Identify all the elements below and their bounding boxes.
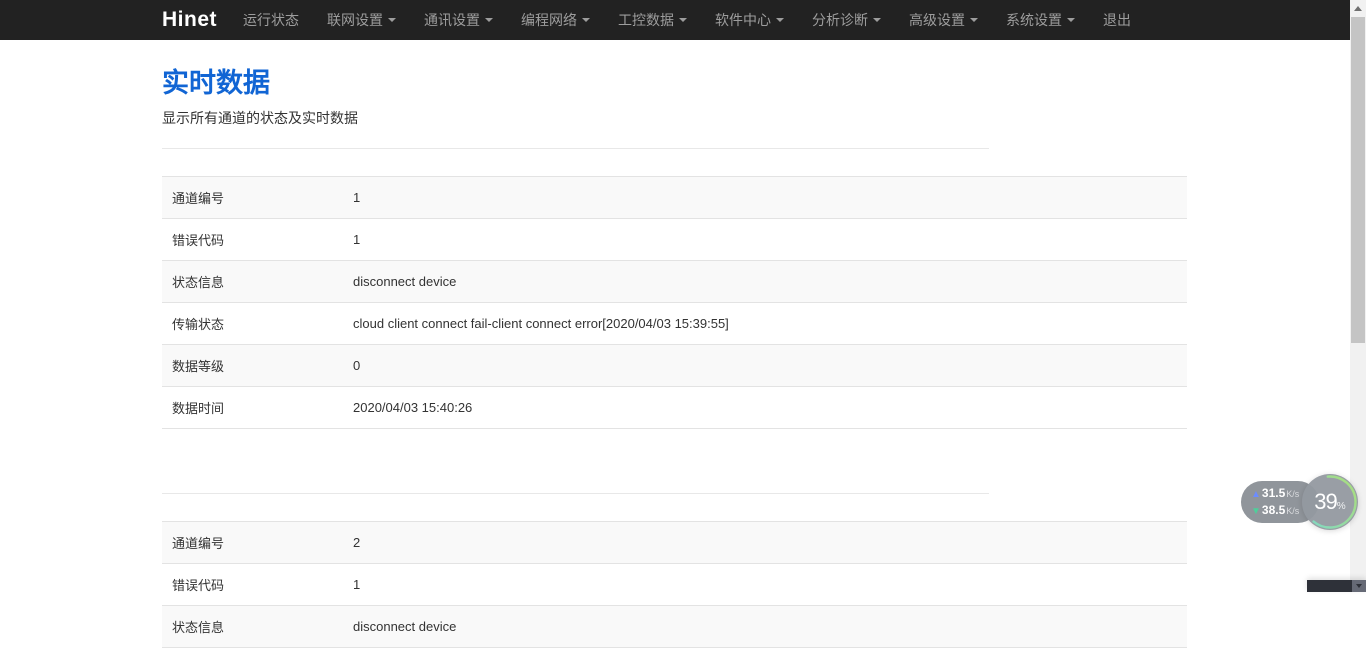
header-divider <box>162 148 989 149</box>
channel-2-table: 通道编号 2 错误代码 1 状态信息 disconnect device <box>162 521 1187 648</box>
nav-item-logout[interactable]: 退出 <box>1089 0 1145 40</box>
nav-item-running-status[interactable]: 运行状态 <box>229 0 313 40</box>
bottom-popup-sliver[interactable] <box>1307 580 1366 592</box>
section-divider <box>162 493 989 494</box>
row-label: 传输状态 <box>162 303 343 344</box>
channel-1-table: 通道编号 1 错误代码 1 状态信息 disconnect device 传输状… <box>162 176 1187 429</box>
download-arrow-icon: ▼ <box>1251 504 1261 519</box>
page-subtitle: 显示所有通道的状态及实时数据 <box>162 108 1187 128</box>
row-label: 错误代码 <box>162 219 343 260</box>
row-value: disconnect device <box>343 608 466 645</box>
main-content: 实时数据 显示所有通道的状态及实时数据 通道编号 1 错误代码 1 状态信息 d… <box>162 40 1187 648</box>
table-row: 状态信息 disconnect device <box>162 261 1187 303</box>
row-label: 通道编号 <box>162 522 343 563</box>
upload-arrow-icon: ▲ <box>1251 487 1261 502</box>
caret-down-icon <box>1067 18 1075 22</box>
row-value: 0 <box>343 347 370 384</box>
upload-speed-value: 31.5 <box>1262 486 1285 501</box>
scrollbar-thumb[interactable] <box>1351 17 1365 343</box>
caret-down-icon <box>582 18 590 22</box>
page-title: 实时数据 <box>162 61 1187 100</box>
table-row: 通道编号 1 <box>162 177 1187 219</box>
nav-menu: 运行状态 联网设置 通讯设置 编程网络 工控数据 软件中心 分析诊断 高级设置 … <box>229 0 1145 40</box>
row-value: 1 <box>343 179 370 216</box>
row-label: 错误代码 <box>162 564 343 605</box>
triangle-up-icon <box>1354 6 1362 11</box>
row-value: 2020/04/03 15:40:26 <box>343 389 482 426</box>
progress-circle-button[interactable]: 39 % <box>1302 474 1358 530</box>
nav-item-advanced-settings[interactable]: 高级设置 <box>895 0 992 40</box>
row-value: 1 <box>343 566 370 603</box>
row-label: 状态信息 <box>162 606 343 647</box>
table-row: 数据等级 0 <box>162 345 1187 387</box>
table-row: 状态信息 disconnect device <box>162 606 1187 648</box>
row-label: 通道编号 <box>162 177 343 218</box>
row-label: 状态信息 <box>162 261 343 302</box>
brand-logo[interactable]: Hinet <box>162 8 217 32</box>
caret-down-icon <box>679 18 687 22</box>
top-navbar: Hinet 运行状态 联网设置 通讯设置 编程网络 工控数据 软件中心 分析诊断… <box>0 0 1350 40</box>
row-value: cloud client connect fail-client connect… <box>343 305 739 342</box>
table-row: 错误代码 1 <box>162 219 1187 261</box>
nav-item-network-settings[interactable]: 联网设置 <box>313 0 410 40</box>
row-value: 1 <box>343 221 370 258</box>
row-value: 2 <box>343 524 370 561</box>
row-value: disconnect device <box>343 263 466 300</box>
chevron-down-icon <box>1356 584 1362 588</box>
row-label: 数据等级 <box>162 345 343 386</box>
caret-down-icon <box>388 18 396 22</box>
table-row: 数据时间 2020/04/03 15:40:26 <box>162 387 1187 429</box>
table-row: 错误代码 1 <box>162 564 1187 606</box>
download-speed-value: 38.5 <box>1262 503 1285 518</box>
upload-speed-unit: K/s <box>1286 487 1299 502</box>
caret-down-icon <box>970 18 978 22</box>
nav-item-programming-network[interactable]: 编程网络 <box>507 0 604 40</box>
caret-down-icon <box>776 18 784 22</box>
scrollbar-up-button[interactable] <box>1350 0 1366 17</box>
caret-down-icon <box>485 18 493 22</box>
progress-ring-icon <box>1302 474 1358 530</box>
popup-collapse-button[interactable] <box>1352 580 1366 592</box>
nav-item-software-center[interactable]: 软件中心 <box>701 0 798 40</box>
nav-item-comm-settings[interactable]: 通讯设置 <box>410 0 507 40</box>
table-row: 传输状态 cloud client connect fail-client co… <box>162 303 1187 345</box>
caret-down-icon <box>873 18 881 22</box>
nav-item-system-settings[interactable]: 系统设置 <box>992 0 1089 40</box>
nav-item-industrial-data[interactable]: 工控数据 <box>604 0 701 40</box>
download-speed-unit: K/s <box>1286 504 1299 519</box>
nav-item-analysis-diagnosis[interactable]: 分析诊断 <box>798 0 895 40</box>
table-row: 通道编号 2 <box>162 522 1187 564</box>
row-label: 数据时间 <box>162 387 343 428</box>
